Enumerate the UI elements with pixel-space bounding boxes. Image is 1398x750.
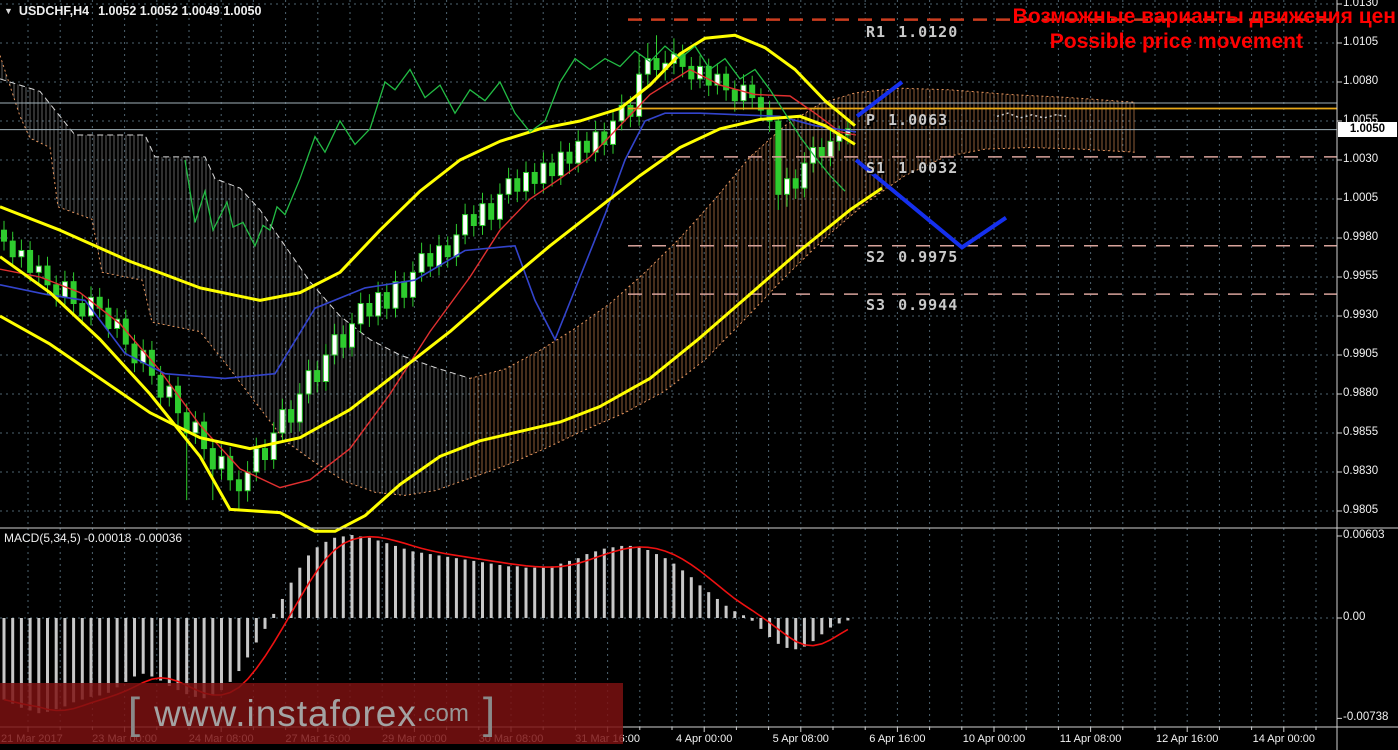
time-axis-label: 11 Apr 08:00 — [1059, 733, 1122, 745]
broker-watermark: [ www.instaforex .com ] — [0, 683, 623, 744]
macd-axis-label: 0.00 — [1343, 611, 1366, 623]
annotation-text-en[interactable]: Possible price movement — [1050, 30, 1303, 54]
price-axis-label: 1.0080 — [1343, 75, 1379, 87]
ohlc-quotes-label: 1.0052 1.0052 1.0049 1.0050 — [98, 4, 262, 18]
price-axis-label: 0.9880 — [1343, 387, 1379, 399]
symbol-timeframe-label: USDCHF,H4 — [18, 4, 90, 18]
symbol-dropdown-icon[interactable]: ▼ — [4, 6, 13, 16]
watermark-bracket-right-icon: ] — [482, 688, 496, 738]
macd-axis-label: -0.00738 — [1343, 711, 1389, 724]
time-axis-label: 14 Apr 00:00 — [1252, 733, 1315, 745]
pivot-name: S3 — [866, 296, 887, 315]
pivot-label-r1: R1 1.0120 — [866, 23, 958, 41]
price-axis-label: 0.9905 — [1343, 348, 1379, 360]
price-axis-label: 1.0030 — [1343, 153, 1379, 165]
price-axis-label: 0.9930 — [1343, 309, 1379, 321]
price-chart-canvas[interactable] — [0, 0, 1398, 750]
current-price-tag: 1.0050 — [1338, 122, 1397, 137]
chart-title-bar: ▼ USDCHF,H4 1.0052 1.0052 1.0049 1.0050 — [4, 4, 261, 18]
watermark-tld-text: .com — [416, 699, 469, 727]
pivot-value: 1.0032 — [898, 158, 959, 177]
price-axis-label: 0.9955 — [1343, 270, 1379, 282]
chart-window: ▼ USDCHF,H4 1.0052 1.0052 1.0049 1.0050 … — [0, 0, 1398, 750]
time-axis-label: 12 Apr 16:00 — [1155, 733, 1219, 745]
macd-axis-label: 0.00603 — [1343, 528, 1385, 541]
price-axis-label: 0.9980 — [1343, 231, 1379, 243]
pivot-name: S1 — [866, 158, 887, 177]
pivot-value: 0.9944 — [898, 296, 959, 315]
watermark-bracket-left-icon: [ — [127, 688, 141, 738]
pivot-name: P — [866, 110, 877, 129]
price-axis-label: 0.9855 — [1343, 426, 1379, 438]
macd-indicator-label: MACD(5,34,5) -0.00018 -0.00036 — [4, 531, 183, 545]
pivot-value: 1.0120 — [898, 22, 959, 41]
watermark-site-text: www.instaforex — [154, 692, 417, 734]
annotation-text-ru[interactable]: Возможные варианты движения цен — [1013, 5, 1396, 29]
time-axis-label: 6 Apr 16:00 — [869, 733, 926, 745]
pivot-name: S2 — [866, 247, 887, 266]
pivot-value: 1.0063 — [888, 110, 949, 129]
price-axis-label: 0.9805 — [1343, 504, 1379, 516]
pivot-label-s1: S1 1.0032 — [866, 159, 958, 177]
time-axis-label: 5 Apr 08:00 — [772, 733, 829, 745]
pivot-name: R1 — [866, 22, 887, 41]
price-axis-label: 0.9830 — [1343, 465, 1379, 477]
time-axis-label: 10 Apr 00:00 — [962, 733, 1026, 745]
price-axis-label: 1.0005 — [1343, 192, 1379, 204]
time-axis-label: 4 Apr 00:00 — [676, 733, 733, 745]
pivot-value: 0.9975 — [898, 247, 959, 266]
pivot-label-p: P 1.0063 — [866, 111, 948, 129]
price-axis-label: 1.0105 — [1343, 36, 1379, 48]
pivot-label-s2: S2 0.9975 — [866, 248, 958, 266]
pivot-label-s3: S3 0.9944 — [866, 296, 958, 314]
